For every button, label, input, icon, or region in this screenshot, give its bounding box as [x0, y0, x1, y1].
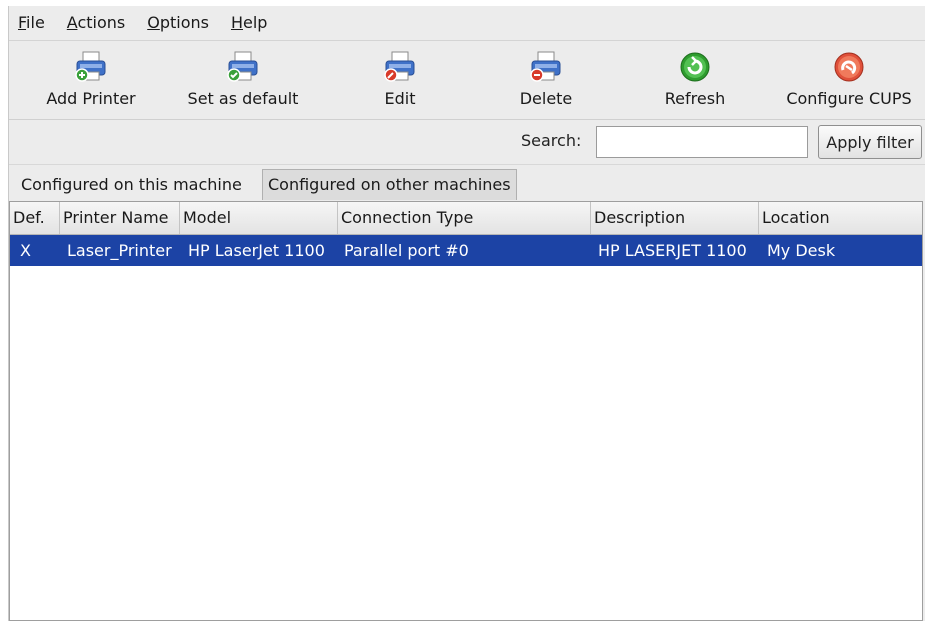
edit-label: Edit — [384, 89, 416, 108]
table-row[interactable]: X Laser_Printer HP LaserJet 1100 Paralle… — [10, 235, 922, 266]
cell-printer-name: Laser_Printer — [67, 241, 172, 260]
menu-file[interactable]: File — [9, 6, 56, 40]
toolbar: Add Printer Set as default Edit Delete R… — [9, 41, 925, 120]
configure-cups-button[interactable]: Configure CUPS — [775, 41, 923, 119]
delete-label: Delete — [519, 89, 573, 108]
column-header-location[interactable]: Location — [759, 202, 922, 234]
tab-configured-this-machine[interactable]: Configured on this machine — [15, 169, 248, 200]
search-bar: Search: Apply filter — [9, 120, 925, 165]
printer-default-icon — [227, 51, 258, 82]
column-header-description[interactable]: Description — [591, 202, 759, 234]
printer-edit-icon — [384, 51, 415, 82]
configure-cups-label: Configure CUPS — [786, 89, 912, 108]
configure-cups-icon — [834, 52, 864, 82]
tab-configured-other-machines[interactable]: Configured on other machines — [262, 169, 517, 200]
refresh-label: Refresh — [664, 89, 726, 108]
menu-help-mnemonic: H — [230, 13, 243, 32]
menu-actions-mnemonic: A — [66, 13, 78, 32]
table-header: Def. Printer Name Model Connection Type … — [10, 202, 922, 235]
menu-file-label: ile — [26, 13, 45, 32]
cell-default: X — [20, 241, 31, 260]
refresh-icon — [680, 52, 710, 82]
printer-manager-window: File Actions Options Help Add Printer Se… — [8, 6, 925, 621]
tab-bar: Configured on this machine Configured on… — [9, 169, 925, 201]
search-input[interactable] — [596, 126, 808, 158]
printer-add-icon — [75, 51, 106, 82]
column-header-model[interactable]: Model — [180, 202, 338, 234]
menu-options-label: ptions — [159, 13, 209, 32]
column-header-default[interactable]: Def. — [10, 202, 60, 234]
menu-bar: File Actions Options Help — [9, 6, 925, 41]
menu-options[interactable]: Options — [136, 6, 220, 40]
menu-actions-label: ctions — [77, 13, 126, 32]
column-header-connection-type[interactable]: Connection Type — [338, 202, 591, 234]
set-default-button[interactable]: Set as default — [173, 41, 313, 119]
apply-filter-button[interactable]: Apply filter — [818, 125, 922, 159]
menu-help[interactable]: Help — [220, 6, 278, 40]
refresh-button[interactable]: Refresh — [653, 41, 737, 119]
edit-button[interactable]: Edit — [359, 41, 441, 119]
printer-table: Def. Printer Name Model Connection Type … — [9, 201, 923, 621]
cell-description: HP LASERJET 1100 — [598, 241, 747, 260]
cell-model: HP LaserJet 1100 — [188, 241, 325, 260]
menu-options-mnemonic: O — [147, 13, 160, 32]
menu-file-mnemonic: F — [18, 13, 27, 32]
cell-connection-type: Parallel port #0 — [344, 241, 469, 260]
delete-button[interactable]: Delete — [505, 41, 587, 119]
search-label: Search: — [521, 131, 582, 150]
column-header-printer-name[interactable]: Printer Name — [60, 202, 180, 234]
menu-help-label: elp — [243, 13, 268, 32]
add-printer-label: Add Printer — [46, 89, 136, 108]
cell-location: My Desk — [767, 241, 836, 260]
printer-delete-icon — [530, 51, 561, 82]
set-default-label: Set as default — [187, 89, 299, 108]
menu-actions[interactable]: Actions — [56, 6, 136, 40]
add-printer-button[interactable]: Add Printer — [29, 41, 153, 119]
